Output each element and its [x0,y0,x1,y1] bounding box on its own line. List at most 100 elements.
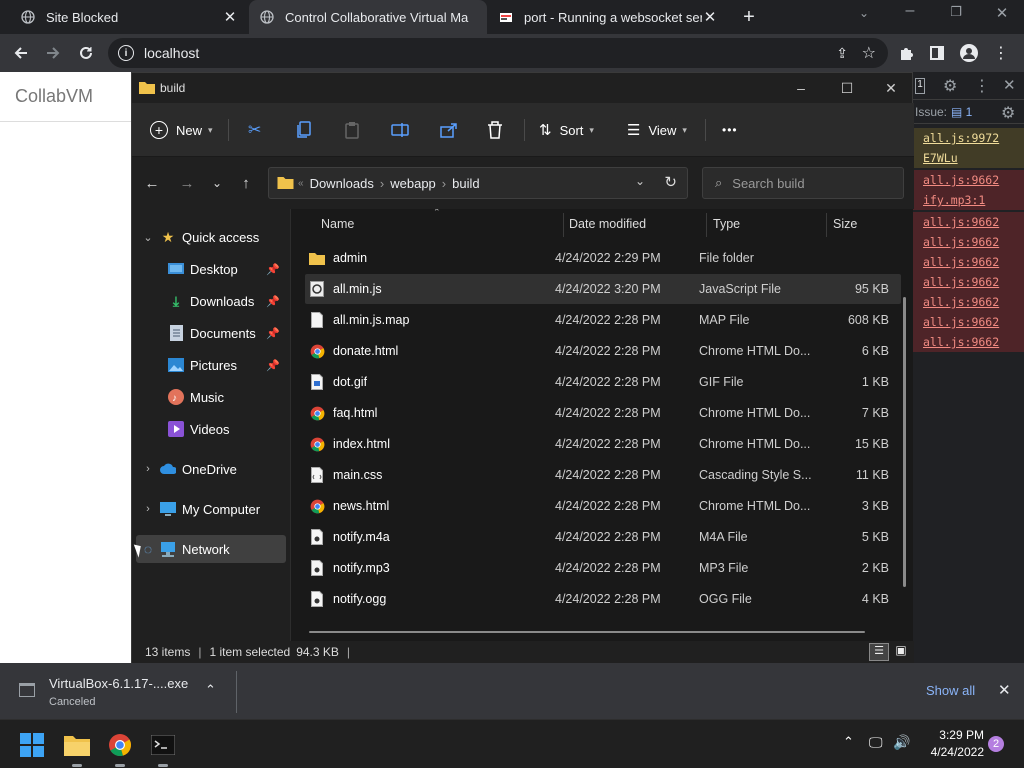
up-arrow-icon[interactable]: ↑ [232,169,260,197]
breadcrumb-downloads[interactable]: Downloads [310,176,374,191]
recent-locations-chevron-icon[interactable]: ⌄ [203,169,231,197]
pin-icon[interactable]: 📌 [266,327,280,340]
cut-icon[interactable]: ✂ [248,103,261,157]
file-row[interactable]: faq.html 4/24/2022 2:28 PM Chrome HTML Do.… [305,398,901,428]
bookmark-star-icon[interactable]: ☆ [862,43,876,63]
overflow-chevron-icon[interactable]: « [298,178,304,189]
issues-count-badge[interactable]: ▤ 1 [951,105,972,119]
minimize-window-icon[interactable]: – [892,2,928,30]
file-row[interactable]: donate.html 4/24/2022 2:28 PM Chrome HTML … [305,336,901,366]
nav-downloads[interactable]: ⤓ Downloads 📌 [136,287,286,315]
maximize-icon[interactable]: ☐ [824,73,870,103]
close-shelf-icon[interactable]: ✕ [998,681,1011,699]
minimize-icon[interactable]: – [778,73,824,103]
chevron-right-icon[interactable]: › [142,503,154,515]
clock-time[interactable]: 3:29 PM [928,728,984,742]
details-view-icon[interactable]: ☰ [869,643,889,661]
chevron-right-icon[interactable]: › [142,463,154,475]
clock-date[interactable]: 4/24/2022 [920,745,984,759]
delete-icon[interactable] [487,103,503,157]
source-link[interactable]: E7WLu [923,151,958,165]
tab-site-blocked[interactable]: Site Blocked ✕ [10,0,248,34]
chevron-up-icon[interactable]: ⌃ [843,734,854,750]
nav-videos[interactable]: Videos [136,415,286,443]
tab-stackoverflow[interactable]: port - Running a websocket serv ✕ [488,0,728,34]
nav-desktop[interactable]: Desktop 📌 [136,255,286,283]
pin-icon[interactable]: 📌 [266,359,280,372]
info-icon[interactable]: i [118,45,134,61]
extensions-puzzle-icon[interactable] [891,34,921,72]
side-panel-icon[interactable] [922,34,952,72]
settings-gear-icon[interactable]: ⚙ [943,76,957,96]
terminal-taskbar-icon[interactable] [146,728,180,762]
forward-arrow-icon[interactable] [38,34,68,72]
file-row[interactable]: notify.m4a 4/24/2022 2:28 PM M4A File 5 KB [305,522,901,552]
source-link[interactable]: all.js:9662 [923,235,999,249]
source-link[interactable]: all.js:9662 [923,173,999,187]
back-arrow-icon[interactable]: ← [138,169,166,197]
source-link[interactable]: all.js:9662 [923,255,999,269]
show-all-link[interactable]: Show all [926,683,975,698]
column-divider[interactable] [563,213,564,237]
restore-window-icon[interactable]: ❐ [938,4,974,32]
file-row[interactable]: notify.mp3 4/24/2022 2:28 PM MP3 File 2 KB [305,553,901,583]
file-row[interactable]: news.html 4/24/2022 2:28 PM Chrome HTML Do… [305,491,901,521]
file-row[interactable]: notify.ogg 4/24/2022 2:28 PM OGG File 4 KB [305,584,901,614]
address-bar[interactable]: i localhost ⇪ ☆ [108,38,888,68]
source-link[interactable]: all.js:9662 [923,275,999,289]
vertical-scrollbar[interactable] [903,297,906,587]
download-item[interactable]: VirtualBox-6.1.17-....exe Canceled ⌃ [0,663,236,719]
column-date-modified[interactable]: Date modified [569,209,646,239]
close-window-icon[interactable]: ✕ [984,4,1020,32]
refresh-icon[interactable]: ↻ [664,173,677,191]
nav-pictures[interactable]: Pictures 📌 [136,351,286,379]
site-title[interactable]: CollabVM [0,72,131,122]
reload-icon[interactable] [71,34,101,72]
notification-badge[interactable]: 2 [988,736,1004,752]
source-link[interactable]: ify.mp3:1 [923,193,985,207]
nav-onedrive[interactable]: › OneDrive [136,455,286,483]
source-link[interactable]: all.js:9662 [923,295,999,309]
forward-arrow-icon[interactable]: → [173,169,201,197]
network-tray-icon[interactable]: 🖵 [869,734,883,751]
close-tab-icon[interactable]: ✕ [702,8,718,26]
close-tab-icon[interactable]: ✕ [222,8,238,26]
share-icon[interactable]: ⇪ [836,45,848,62]
rename-icon[interactable] [391,103,409,157]
file-row[interactable]: admin 4/24/2022 2:29 PM File folder [305,243,901,273]
breadcrumb-webapp[interactable]: webapp [390,176,436,191]
source-link[interactable]: all.js:9662 [923,335,999,349]
chevron-down-icon[interactable]: ⌄ [635,174,645,188]
column-type[interactable]: Type [713,209,740,239]
view-button[interactable]: ☰ View ▾ [627,103,687,157]
new-tab-button[interactable]: + [737,5,761,29]
nav-network[interactable]: ◌ Network [136,535,286,563]
error-count-badge[interactable]: 1 [915,78,925,94]
tab-search-icon[interactable]: ⌄ [850,6,878,26]
more-vertical-icon[interactable]: ⋮ [974,76,990,96]
nav-music[interactable]: ♪ Music [136,383,286,411]
tab-collabvm[interactable]: Control Collaborative Virtual Ma [249,0,487,34]
nav-quick-access[interactable]: ⌄ ★ Quick access [136,223,286,251]
column-divider[interactable] [826,213,827,237]
nav-my-computer[interactable]: › My Computer [136,495,286,523]
more-options-icon[interactable]: ••• [722,103,738,157]
source-link[interactable]: all.js:9662 [923,215,999,229]
column-size[interactable]: Size [833,209,857,239]
file-row[interactable]: all.min.js 4/24/2022 3:20 PM JavaScript Fi… [305,274,901,304]
address-breadcrumb[interactable]: « Downloads › webapp › build ⌄ ↻ [268,167,688,199]
nav-documents[interactable]: Documents 📌 [136,319,286,347]
paste-icon[interactable] [344,103,360,157]
close-icon[interactable]: ✕ [868,73,914,103]
tiles-view-icon[interactable]: ▣ [891,643,911,661]
windows-start-icon[interactable] [15,728,49,762]
close-devtools-icon[interactable]: ✕ [1003,76,1016,94]
column-name[interactable]: Name [321,209,354,239]
chrome-menu-icon[interactable]: ⋮ [986,34,1016,72]
column-divider[interactable] [706,213,707,237]
file-row[interactable]: dot.gif 4/24/2022 2:28 PM GIF File 1 KB [305,367,901,397]
profile-avatar-icon[interactable] [954,34,984,72]
volume-icon[interactable]: 🔊 [893,734,910,751]
search-input[interactable]: ⌕ Search build [702,167,904,199]
issues-settings-icon[interactable]: ⚙ [1001,103,1015,123]
